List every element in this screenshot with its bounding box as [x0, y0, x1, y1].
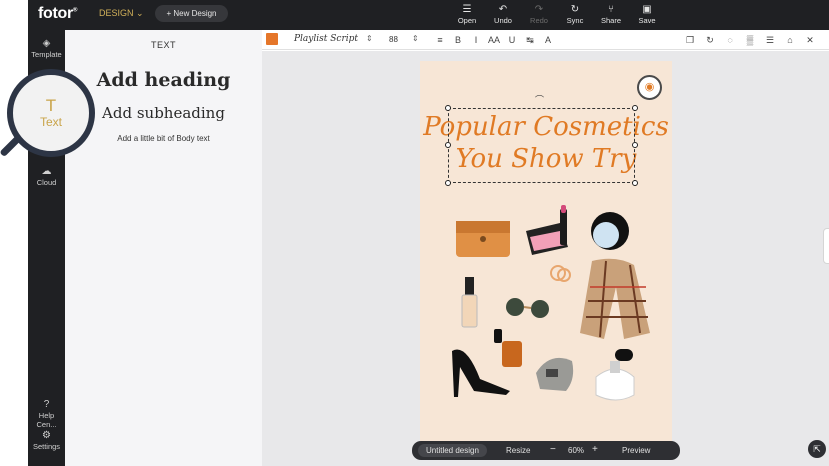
- save-icon: ▣: [642, 4, 652, 15]
- resize-handle-top-left[interactable]: [445, 105, 451, 111]
- rotate-handle-icon[interactable]: ⌒: [535, 93, 544, 106]
- gear-icon: ⚙: [42, 430, 51, 441]
- template-icon: ◈: [42, 38, 51, 49]
- foundation-bottle-image: [461, 277, 478, 328]
- perfume-bottle-image: [595, 349, 635, 401]
- text-color-swatch[interactable]: [266, 33, 278, 45]
- high-heel-image: [452, 349, 510, 397]
- format-toolbar: Playlist Script ⇕ 88 ⇕ ≡ B I AA U ↹ A ❐ ↻ ◌ ▒ ☰ ⌂ ✕: [262, 30, 829, 50]
- duplicate-icon[interactable]: ❐: [680, 33, 700, 47]
- serum-bottle-image: [494, 329, 522, 367]
- zoom-level: 60%: [568, 446, 585, 455]
- save-button[interactable]: ▣ Save: [629, 4, 665, 25]
- delete-icon[interactable]: ✕: [800, 33, 820, 47]
- share-button[interactable]: ⑂ Share: [593, 4, 629, 25]
- italic-icon[interactable]: I: [467, 33, 485, 47]
- redo-button[interactable]: ↷ Redo: [521, 4, 557, 25]
- chevron-down-icon: ⌄: [136, 8, 144, 18]
- zoom-out-button[interactable]: −: [550, 444, 556, 455]
- magnifier-handle: [0, 133, 23, 158]
- crop-icon[interactable]: ◌: [720, 33, 740, 47]
- element-tools: ❐ ↻ ◌ ▒ ☰ ⌂ ✕: [680, 33, 820, 47]
- font-size-select[interactable]: 88: [389, 35, 398, 44]
- new-design-button[interactable]: + New Design: [155, 5, 228, 22]
- flip-icon[interactable]: ↻: [700, 33, 720, 47]
- case-icon[interactable]: AA: [485, 33, 503, 47]
- menu-icon: ☰: [462, 4, 472, 15]
- sync-icon: ↻: [570, 4, 580, 15]
- earrings-image: [550, 265, 571, 282]
- redo-icon: ↷: [534, 4, 544, 15]
- panel-title: TEXT: [150, 40, 176, 50]
- text-panel: TEXT Add heading Add subheading Add a li…: [65, 30, 262, 466]
- layers-icon[interactable]: ☰: [760, 33, 780, 47]
- lips-badge-button[interactable]: ◉: [637, 75, 662, 100]
- font-select-caret-icon: ⇕: [366, 34, 373, 43]
- design-menu[interactable]: DESIGN ⌄: [99, 8, 144, 19]
- resize-handle-bottom-right[interactable]: [632, 180, 638, 186]
- align-icon[interactable]: ≡: [431, 33, 449, 47]
- sunglasses-image: [506, 298, 549, 318]
- rail-item-template[interactable]: ◈ Template: [28, 38, 65, 59]
- rail-item-cloud[interactable]: ☁ Cloud: [28, 166, 65, 187]
- collapse-arrow-icon[interactable]: ⇱: [808, 440, 826, 458]
- size-select-caret-icon: ⇕: [412, 34, 419, 43]
- text-icon: T: [45, 96, 57, 115]
- bottom-bar: Untitled design Resize − 60% + Preview: [412, 441, 680, 460]
- undo-icon: ↶: [498, 4, 508, 15]
- top-actions: ☰ Open ↶ Undo ↷ Redo ↻ Sync ⑂ Share ▣ Save: [449, 4, 665, 25]
- top-bar: fotor® DESIGN ⌄ + New Design ☰ Open ↶ Undo ↷…: [28, 0, 829, 30]
- share-icon: ⑂: [608, 4, 614, 15]
- resize-handle-top-right[interactable]: [632, 105, 638, 111]
- resize-handle-bottom-left[interactable]: [445, 180, 451, 186]
- design-name-field[interactable]: Untitled design: [418, 444, 487, 457]
- bold-icon[interactable]: B: [449, 33, 467, 47]
- cap-image: [536, 357, 574, 391]
- magnifier-highlight: T Text: [7, 69, 95, 157]
- add-heading-button[interactable]: Add heading: [65, 69, 262, 91]
- undo-button[interactable]: ↶ Undo: [485, 4, 521, 25]
- format-tools: ≡ B I AA U ↹ A: [431, 33, 557, 47]
- fotor-logo[interactable]: fotor®: [38, 5, 77, 23]
- rail-item-text[interactable]: T Text: [13, 96, 89, 130]
- font-family-select[interactable]: Playlist Script: [294, 34, 358, 44]
- resize-button[interactable]: Resize: [506, 446, 530, 455]
- handbag-image: [456, 221, 510, 257]
- compact-powder-image: [591, 212, 629, 250]
- resize-handle-right[interactable]: [632, 142, 638, 148]
- open-button[interactable]: ☰ Open: [449, 4, 485, 25]
- zoom-in-button[interactable]: +: [592, 444, 598, 455]
- preview-button[interactable]: Preview: [622, 446, 650, 455]
- underline-icon[interactable]: U: [503, 33, 521, 47]
- cloud-upload-icon: ☁: [41, 166, 52, 177]
- text-effect-icon[interactable]: A: [539, 33, 557, 47]
- text-selection-box[interactable]: [445, 105, 638, 186]
- scarf-image: [580, 258, 650, 339]
- add-body-text-button[interactable]: Add a little bit of Body text: [65, 134, 262, 143]
- spacing-icon[interactable]: ↹: [521, 33, 539, 47]
- eyeshadow-palette-image: [526, 205, 568, 255]
- sync-button[interactable]: ↻ Sync: [557, 4, 593, 25]
- transparency-icon[interactable]: ▒: [740, 33, 760, 47]
- side-panel-tab[interactable]: [823, 228, 829, 264]
- rail-item-help[interactable]: ? Help Cen...: [28, 399, 65, 429]
- resize-handle-left[interactable]: [445, 142, 451, 148]
- rail-item-settings[interactable]: ⚙ Settings: [28, 430, 65, 451]
- lock-icon[interactable]: ⌂: [780, 33, 800, 47]
- help-icon: ?: [43, 399, 50, 410]
